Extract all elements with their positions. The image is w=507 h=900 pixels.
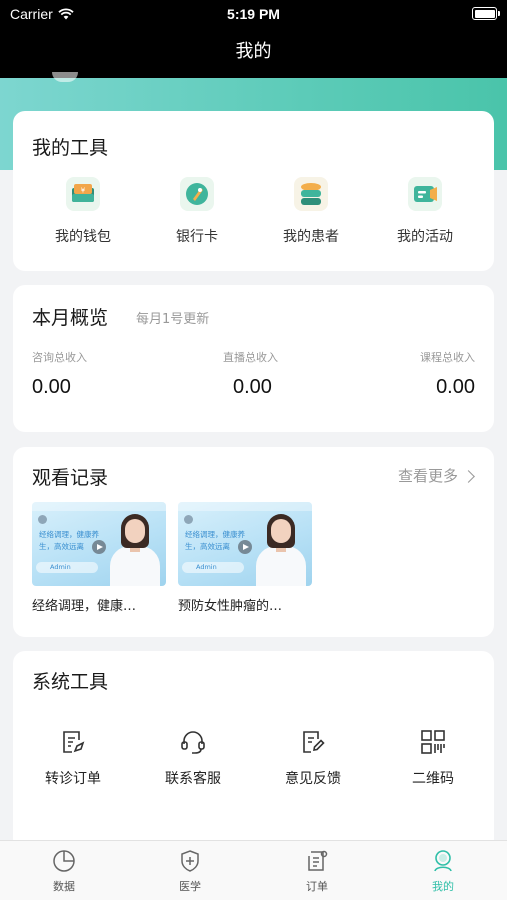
video-title: 预防女性肿瘤的… bbox=[178, 599, 283, 614]
overview-subtitle: 每月1号更新 bbox=[136, 312, 210, 327]
contact-support-label: 联系客服 bbox=[165, 771, 221, 787]
tool-wallet-label: 我的钱包 bbox=[55, 229, 111, 245]
nav-bar: 我的 bbox=[0, 28, 507, 78]
play-icon bbox=[92, 540, 106, 554]
tool-bank-card-label: 银行卡 bbox=[176, 229, 218, 245]
video-thumbnail: 经络调理，健康养生，高效远离 Admin bbox=[178, 502, 312, 586]
order-doc-icon bbox=[308, 850, 328, 871]
watch-history-card: 观看记录 查看更多 经络调理，健康养生，高效远离 Admin 经络调理，健康… … bbox=[13, 447, 494, 637]
shield-plus-icon bbox=[181, 850, 199, 872]
bank-card-icon bbox=[178, 175, 216, 213]
live-income-value: 0.00 bbox=[233, 376, 272, 398]
tab-mine[interactable]: 我的 bbox=[398, 849, 488, 894]
tool-patients-label: 我的患者 bbox=[283, 229, 339, 245]
monthly-overview-card: 本月概览 每月1号更新 咨询总收入 0.00 直播总收入 0.00 课程总收入 … bbox=[13, 285, 494, 432]
tool-qrcode[interactable]: 二维码 bbox=[373, 729, 493, 788]
tab-medical-label: 医学 bbox=[179, 880, 201, 893]
thumbnail-badge: Admin bbox=[182, 562, 244, 573]
video-item[interactable]: 经络调理，健康养生，高效远离 Admin 预防女性肿瘤的… bbox=[178, 502, 312, 614]
referral-order-label: 转诊订单 bbox=[45, 771, 101, 787]
view-more-link[interactable]: 查看更多 bbox=[397, 465, 475, 486]
video-thumbnail: 经络调理，健康养生，高效远离 Admin bbox=[32, 502, 166, 586]
thumbnail-back-icon bbox=[184, 515, 193, 524]
my-tools-title: 我的工具 bbox=[32, 137, 109, 159]
page-title: 我的 bbox=[235, 41, 272, 62]
thumbnail-back-icon bbox=[38, 515, 47, 524]
tool-activity-label: 我的活动 bbox=[397, 229, 453, 245]
video-title: 经络调理，健康… bbox=[32, 599, 137, 614]
thumbnail-top-bar bbox=[178, 502, 312, 511]
history-title: 观看记录 bbox=[32, 467, 109, 489]
overview-title: 本月概览 bbox=[32, 307, 109, 329]
patients-icon bbox=[292, 175, 330, 213]
consult-income-label: 咨询总收入 bbox=[32, 351, 87, 364]
play-icon bbox=[238, 540, 252, 554]
svg-text:¥: ¥ bbox=[81, 187, 86, 195]
status-time: 5:19 PM bbox=[227, 6, 280, 22]
qrcode-icon bbox=[421, 730, 445, 754]
my-tools-card: 我的工具 ¥ 我的钱包 银行卡 我的患者 我的活动 bbox=[13, 111, 494, 271]
chevron-right-icon bbox=[462, 469, 475, 483]
tab-data-label: 数据 bbox=[53, 880, 75, 893]
thumbnail-badge-text: Admin bbox=[50, 563, 71, 571]
system-tools-card: 系统工具 转诊订单 联系客服 意见反馈 二维码 bbox=[13, 651, 494, 851]
doctor-figure bbox=[110, 512, 160, 586]
tab-mine-label: 我的 bbox=[432, 880, 454, 893]
bottom-tab-bar: 数据 医学 订单 我的 bbox=[0, 840, 507, 900]
activity-icon bbox=[406, 175, 444, 213]
thumbnail-badge: Admin bbox=[36, 562, 98, 573]
view-more-label: 查看更多 bbox=[397, 467, 458, 485]
consult-income-value: 0.00 bbox=[32, 376, 71, 398]
tool-wallet[interactable]: ¥ 我的钱包 bbox=[23, 175, 143, 246]
headset-icon bbox=[181, 731, 205, 754]
video-item[interactable]: 经络调理，健康养生，高效远离 Admin 经络调理，健康… bbox=[32, 502, 166, 614]
thumbnail-badge-text: Admin bbox=[196, 563, 217, 571]
qrcode-label: 二维码 bbox=[412, 771, 454, 787]
status-bar: Carrier 5:19 PM bbox=[0, 0, 507, 28]
tab-orders-label: 订单 bbox=[306, 880, 328, 893]
referral-order-icon bbox=[63, 731, 85, 753]
tool-feedback[interactable]: 意见反馈 bbox=[253, 729, 373, 788]
doctor-figure bbox=[256, 512, 306, 586]
feedback-icon bbox=[303, 731, 325, 753]
battery-icon bbox=[472, 7, 500, 20]
course-income-label: 课程总收入 bbox=[420, 351, 475, 364]
tab-data[interactable]: 数据 bbox=[19, 849, 109, 894]
course-income-value: 0.00 bbox=[436, 376, 475, 398]
thumbnail-top-bar bbox=[32, 502, 166, 511]
tool-patients[interactable]: 我的患者 bbox=[251, 175, 371, 246]
tab-orders[interactable]: 订单 bbox=[272, 849, 362, 894]
tab-medical[interactable]: 医学 bbox=[145, 849, 235, 894]
tool-referral-order[interactable]: 转诊订单 bbox=[13, 729, 133, 788]
wallet-icon: ¥ bbox=[64, 175, 102, 213]
live-income-label: 直播总收入 bbox=[223, 351, 278, 364]
profile-icon bbox=[434, 850, 452, 872]
avatar-edge bbox=[52, 72, 78, 82]
feedback-label: 意见反馈 bbox=[285, 771, 341, 787]
tool-bank-card[interactable]: 银行卡 bbox=[137, 175, 257, 246]
tool-activity[interactable]: 我的活动 bbox=[365, 175, 485, 246]
pie-chart-icon bbox=[53, 850, 75, 872]
tool-contact-support[interactable]: 联系客服 bbox=[133, 729, 253, 788]
system-tools-title: 系统工具 bbox=[32, 671, 109, 693]
